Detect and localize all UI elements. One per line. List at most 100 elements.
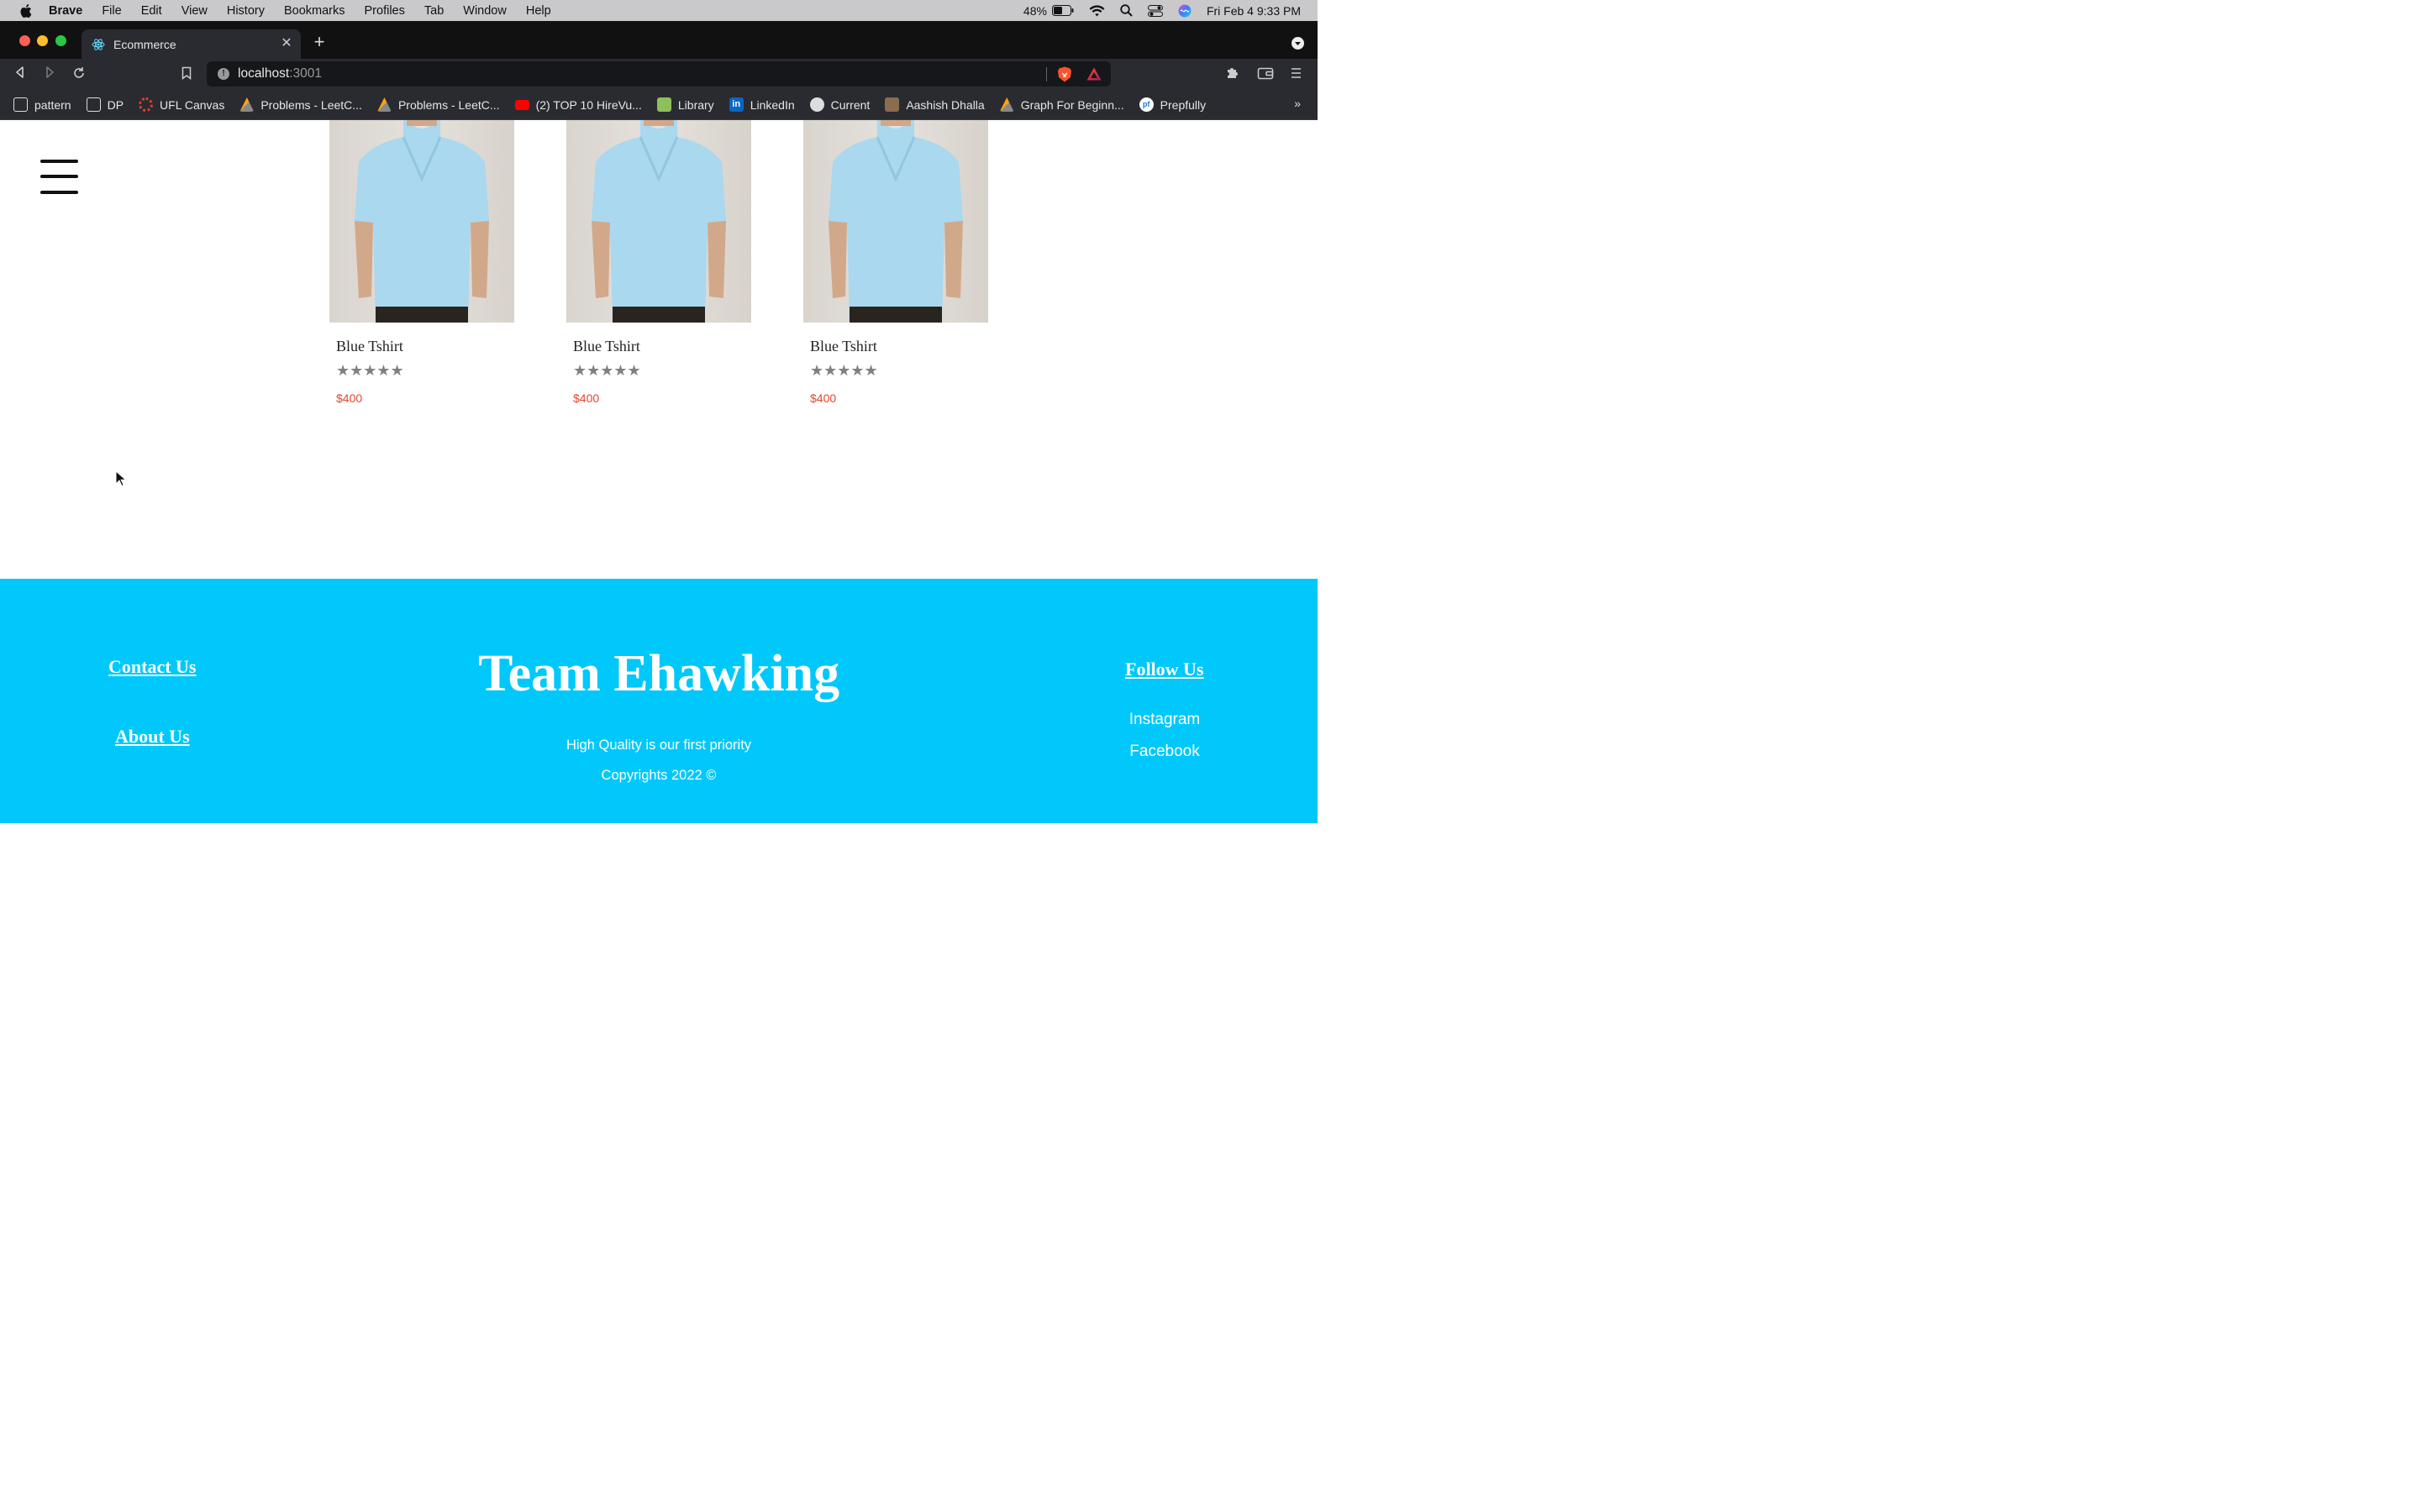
bookmarks-bar: pattern DP UFL Canvas Problems - LeetC..…: [0, 90, 1318, 120]
close-tab-icon[interactable]: ✕: [279, 36, 294, 51]
facebook-link[interactable]: Facebook: [1114, 743, 1215, 761]
tab-ecommerce[interactable]: Ecommerce ✕: [82, 29, 301, 59]
bookmark-current[interactable]: Current: [809, 97, 870, 112]
product-image[interactable]: [566, 120, 751, 323]
extensions-button[interactable]: [1225, 66, 1242, 82]
library-icon: [656, 97, 671, 112]
brave-rewards-icon[interactable]: [1086, 67, 1102, 81]
menu-profiles[interactable]: Profiles: [365, 4, 405, 18]
product-name[interactable]: Blue Tshirt: [810, 338, 988, 355]
product-image[interactable]: [803, 120, 988, 323]
menu-help[interactable]: Help: [526, 4, 551, 18]
bookmark-label: (2) TOP 10 HireVu...: [535, 97, 642, 112]
menu-icon: [1292, 68, 1301, 78]
brave-shields-icon[interactable]: [1057, 66, 1072, 82]
bookmark-leetcode-1[interactable]: Problems - LeetC...: [239, 97, 362, 112]
more-bookmarks-chevron-icon[interactable]: »: [1294, 97, 1301, 110]
product-price: $400: [810, 391, 837, 405]
url-text[interactable]: localhost:3001: [238, 66, 322, 81]
forward-arrow-icon: [46, 66, 54, 78]
menu-history[interactable]: History: [227, 4, 265, 18]
site-info-icon[interactable]: !: [218, 68, 229, 80]
apple-icon[interactable]: [17, 3, 34, 19]
globe-icon: [809, 97, 824, 112]
product-card[interactable]: Blue Tshirt ★★★★★ $400: [803, 120, 988, 405]
bookmark-label: Problems - LeetC...: [260, 97, 362, 112]
back-button[interactable]: [12, 66, 29, 83]
hamburger-menu-icon[interactable]: [40, 159, 78, 194]
bookmark-youtube[interactable]: (2) TOP 10 HireVu...: [514, 97, 642, 112]
leetcode-icon: [239, 97, 255, 112]
bookmark-button[interactable]: [178, 66, 195, 83]
bookmark-library[interactable]: Library: [656, 97, 714, 112]
instagram-link[interactable]: Instagram: [1114, 711, 1215, 729]
address-divider: [1046, 67, 1047, 81]
copyright: Copyrights 2022 ©: [601, 768, 717, 783]
bookmark-aashish-dhalla[interactable]: Aashish Dhalla: [885, 97, 985, 112]
menu-view[interactable]: View: [182, 4, 208, 18]
back-arrow-icon: [16, 66, 24, 78]
bookmark-label: Graph For Beginn...: [1020, 97, 1124, 112]
bookmark-leetcode-2[interactable]: Problems - LeetC...: [376, 97, 500, 112]
bookmark-linkedin[interactable]: in LinkedIn: [729, 97, 795, 112]
follow-us-heading: Follow Us: [1125, 659, 1204, 680]
control-center-icon[interactable]: [1147, 4, 1163, 17]
menu-tab[interactable]: Tab: [424, 4, 444, 18]
status-area: 48% Fri Feb 4 9:33 PM: [1023, 0, 1301, 21]
reload-button[interactable]: [71, 66, 87, 83]
wallet-button[interactable]: [1257, 66, 1274, 82]
product-image[interactable]: [329, 120, 514, 323]
close-window-button[interactable]: [19, 35, 30, 46]
new-tab-button[interactable]: +: [311, 33, 328, 51]
product-name[interactable]: Blue Tshirt: [336, 338, 514, 355]
web-page: Blue Tshirt ★★★★★ $400 Blue Tshirt ★★★★★…: [0, 120, 1318, 823]
terminal-icon: [13, 97, 28, 112]
product-price: $400: [573, 391, 600, 405]
bookmark-pattern[interactable]: pattern: [13, 97, 71, 112]
product-card[interactable]: Blue Tshirt ★★★★★ $400: [566, 120, 751, 405]
product-price: $400: [336, 391, 363, 405]
bookmark-label: Aashish Dhalla: [906, 97, 985, 112]
maximize-window-button[interactable]: [55, 35, 66, 46]
linkedin-icon: in: [729, 97, 744, 112]
menu-window[interactable]: Window: [463, 4, 507, 18]
tab-strip: Ecommerce ✕ +: [0, 21, 1318, 59]
minimize-window-button[interactable]: [37, 35, 48, 46]
brand-title: Team Ehawking: [477, 645, 840, 702]
product-rating-stars: ★★★★★: [573, 362, 641, 379]
menu-file[interactable]: File: [102, 4, 121, 18]
macos-menu-bar: Brave File Edit View History Bookmarks P…: [0, 0, 1318, 21]
battery-percent: 48%: [1023, 3, 1047, 18]
bookmark-label: Problems - LeetC...: [397, 97, 500, 112]
battery-status[interactable]: 48%: [1023, 4, 1074, 18]
product-card[interactable]: Blue Tshirt ★★★★★ $400: [329, 120, 514, 405]
bookmark-dp[interactable]: DP: [86, 97, 124, 112]
tab-search-button[interactable]: [1292, 37, 1304, 50]
forward-button[interactable]: [41, 66, 58, 83]
reload-icon: [74, 67, 84, 78]
leetcode-icon: [999, 97, 1014, 112]
product-rating-stars: ★★★★★: [336, 362, 404, 379]
address-bar[interactable]: ! localhost:3001: [207, 61, 1111, 87]
menu-brave[interactable]: Brave: [49, 4, 82, 18]
bookmark-label: Library: [677, 97, 714, 112]
terminal-icon: [86, 97, 101, 112]
avatar-icon: [885, 97, 900, 112]
browser-menu-button[interactable]: [1289, 66, 1306, 82]
spotlight-search-icon[interactable]: [1120, 4, 1133, 17]
menu-bookmarks[interactable]: Bookmarks: [284, 4, 345, 18]
bookmark-label: pattern: [34, 97, 71, 112]
puzzle-icon: [1228, 68, 1238, 78]
clock[interactable]: Fri Feb 4 9:33 PM: [1207, 4, 1301, 18]
browser-toolbar: ! localhost:3001: [0, 59, 1318, 90]
bookmark-icon: [182, 66, 192, 81]
youtube-icon: [514, 99, 529, 110]
menu-edit[interactable]: Edit: [141, 4, 162, 18]
bookmark-prepfully[interactable]: pf Prepfully: [1139, 97, 1206, 112]
battery-icon: [1051, 5, 1074, 16]
siri-icon[interactable]: [1178, 4, 1192, 18]
product-name[interactable]: Blue Tshirt: [573, 338, 751, 355]
bookmark-graph-for-beginners[interactable]: Graph For Beginn...: [999, 97, 1124, 112]
bookmark-ufl-canvas[interactable]: UFL Canvas: [139, 97, 224, 112]
wifi-icon[interactable]: [1089, 4, 1105, 17]
